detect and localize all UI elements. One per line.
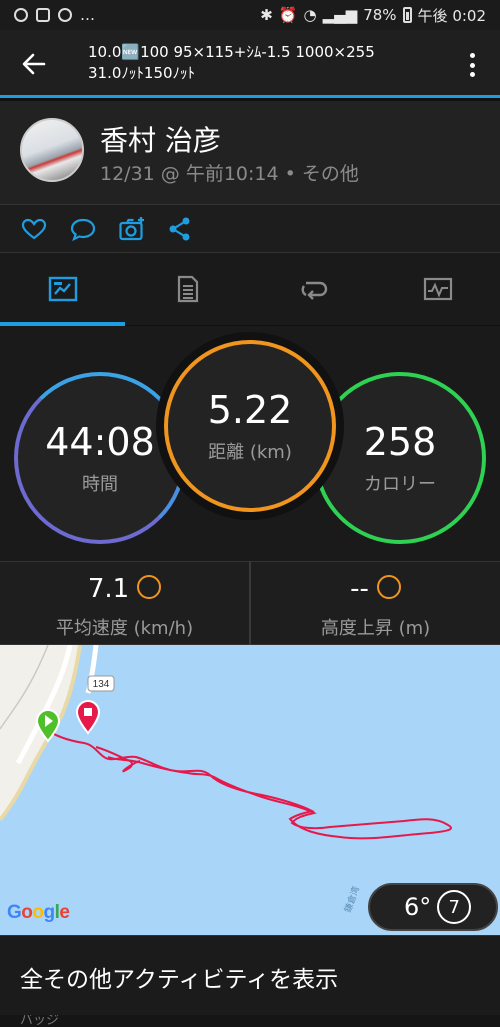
overview-icon [48,276,77,302]
alarm-icon: ⏰ [278,6,298,24]
tab-overview[interactable] [0,253,125,325]
calories-stat: 258 カロリー [314,372,486,544]
elevation-gain-metric: -- 高度上昇 (m) [251,562,500,646]
tab-bar [0,253,500,325]
comment-icon[interactable] [69,215,97,243]
wifi-icon: ◔ [303,6,317,24]
avg-speed-value: 7.1 [87,574,130,604]
google-logo: Google [7,902,70,923]
metrics-divider [249,561,251,645]
avatar[interactable] [20,118,84,182]
wind-direction-icon: 7 [437,890,472,924]
app-bar: 10.0🆕100 95×115+ｼﾑ-1.5 1000×255 31.0ﾉｯﾄ1… [0,30,500,98]
overflow-menu-icon[interactable] [462,50,482,80]
activity-map[interactable]: 134 鎌倉湾 Google 6° 7 [0,645,500,935]
user-name: 香村 治彦 [100,124,221,157]
tab-laps[interactable] [250,253,375,325]
elevation-gain-label: 高度上昇 (m) [320,618,431,639]
title-line-2: 31.0ﾉｯﾄ150ﾉｯﾄ [88,64,196,82]
chart-wave-icon[interactable] [376,574,401,599]
time-value: 44:08 [45,420,155,464]
time-label: 時間 [82,474,118,495]
distance-stat: 5.22 距離 (km) [164,340,336,512]
weather-badge[interactable]: 6° 7 [368,883,498,931]
charts-icon [423,277,452,301]
activity-meta: 12/31 @ 午前10:14 • その他 [100,163,359,185]
laps-icon [301,281,327,300]
social-actions [0,205,500,253]
calories-label: カロリー [364,474,436,495]
stats-list-icon [177,275,198,303]
finish-marker-icon [75,699,101,735]
road-number: 134 [93,679,110,690]
add-photo-icon[interactable] [118,215,146,243]
notification-icon [36,8,50,22]
wind-speed: 7 [448,896,460,918]
more-notifications-icon: … [80,6,95,24]
elevation-gain-value: -- [350,574,369,604]
avg-speed-label: 平均速度 (km/h) [55,618,194,639]
calories-value: 258 [363,420,437,464]
next-section-peek: バッジ [0,1015,500,1027]
bluetooth-icon: ✱ [260,6,273,24]
tab-stats[interactable] [125,253,250,325]
badges-heading: バッジ [20,1015,60,1027]
chart-wave-icon[interactable] [137,574,162,599]
tab-charts[interactable] [375,253,500,325]
status-bar: … ✱ ⏰ ◔ ▂▄▆ 78% 午後 0:02 [0,0,500,30]
like-heart-icon[interactable] [20,215,48,243]
time-stat: 44:08 時間 [14,372,186,544]
battery-percent: 78% [363,6,397,24]
temperature: 6° [404,893,432,921]
distance-value: 5.22 [207,388,293,432]
avg-speed-metric: 7.1 平均速度 (km/h) [0,562,249,646]
battery-icon [402,7,412,23]
sync-icon [14,8,28,22]
clock: 午後 0:02 [417,6,486,25]
back-arrow-icon[interactable] [18,48,50,80]
profile-header: 香村 治彦 12/31 @ 午前10:14 • その他 [0,101,500,205]
distance-label: 距離 (km) [208,442,292,463]
title-line-1: 10.0🆕100 95×115+ｼﾑ-1.5 1000×255 [88,43,375,61]
signal-icon: ▂▄▆ [322,6,358,24]
water-label: 鎌倉湾 [342,885,363,914]
show-all-activities-row[interactable]: 全その他アクティビティを表示 [0,935,500,1015]
share-icon[interactable] [166,215,194,243]
activity-title: 10.0🆕100 95×115+ｼﾑ-1.5 1000×255 31.0ﾉｯﾄ1… [88,42,458,84]
chrome-icon [58,8,72,22]
show-all-activities-label: 全その他アクティビティを表示 [20,967,339,993]
